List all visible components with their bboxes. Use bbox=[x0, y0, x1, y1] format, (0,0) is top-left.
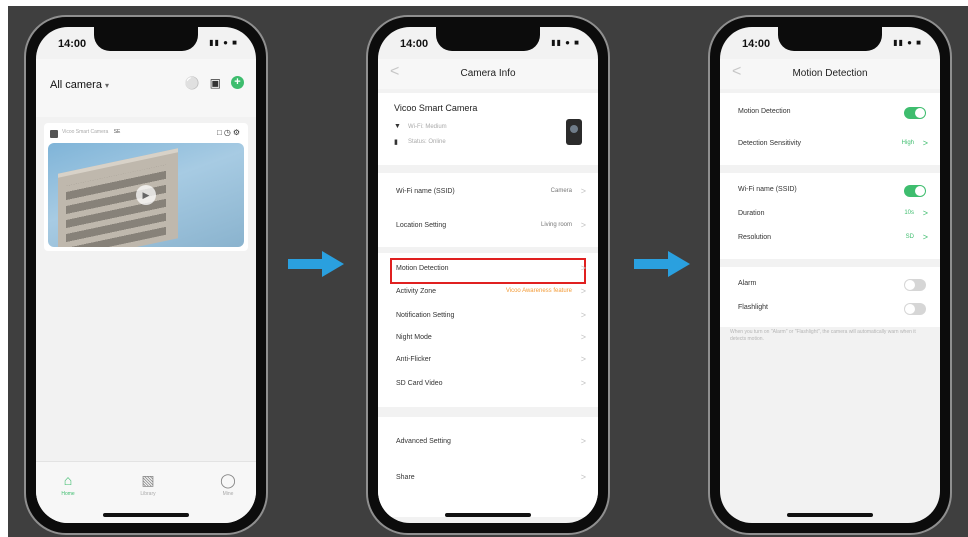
status-time: 14:00 bbox=[58, 38, 87, 50]
motion-detection-toggle[interactable] bbox=[904, 107, 926, 119]
camera-card-name: Vicoo Smart Camera bbox=[62, 129, 109, 135]
wifi-toggle[interactable] bbox=[904, 185, 926, 197]
wifi-name-row[interactable]: Wi-Fi name (SSID) Camera > bbox=[378, 181, 598, 205]
alert-section: Alarm Flashlight bbox=[720, 267, 940, 327]
camera-icon bbox=[50, 130, 58, 138]
camera-info-screen: 14:00 ▮▮ ● ■ < Camera Info Vicoo Smart C… bbox=[378, 27, 598, 523]
phone-motion-detection: 14:00 ▮▮ ● ■ < Motion Detection Motion D… bbox=[708, 15, 952, 535]
live-preview[interactable]: ▶ bbox=[48, 143, 244, 247]
add-camera-icon[interactable]: + bbox=[231, 76, 244, 89]
phone-home: 14:00 ▮▮ ● ■ All camera ▾ ⚪ ▣ + Vicoo Sm… bbox=[24, 15, 268, 535]
chevron-down-icon: ▾ bbox=[105, 81, 110, 90]
chevron-right-icon: > bbox=[580, 286, 586, 296]
status-time: 14:00 bbox=[400, 38, 429, 50]
night-mode-row[interactable]: Night Mode > bbox=[378, 327, 598, 351]
arrow-right-icon bbox=[288, 251, 346, 277]
duration-row[interactable]: Duration 10s > bbox=[720, 203, 940, 227]
chevron-right-icon: > bbox=[580, 186, 586, 196]
motion-detection-row: Motion Detection bbox=[720, 101, 940, 125]
play-icon[interactable]: ▶ bbox=[136, 185, 156, 205]
tab-home[interactable]: ⌂ Home bbox=[48, 472, 88, 497]
page-title: Motion Detection bbox=[792, 68, 868, 79]
tab-label: Home bbox=[61, 491, 75, 497]
gear-icon[interactable]: ⚙ bbox=[233, 128, 242, 137]
camera-card-tag: SE bbox=[113, 129, 121, 135]
share-row[interactable]: Share > bbox=[378, 467, 598, 491]
resolution-row[interactable]: Resolution SD > bbox=[720, 227, 940, 251]
motion-detection-row[interactable]: Motion Detection > bbox=[378, 258, 598, 284]
tutorial-canvas: 14:00 ▮▮ ● ■ All camera ▾ ⚪ ▣ + Vicoo Sm… bbox=[8, 6, 968, 537]
basic-settings: Wi-Fi name (SSID) Camera > Location Sett… bbox=[378, 173, 598, 247]
camera-filter-dropdown[interactable]: All camera ▾ bbox=[50, 79, 109, 91]
chevron-right-icon: > bbox=[922, 138, 928, 148]
preview-image bbox=[58, 148, 178, 247]
status-icon: ▮ bbox=[394, 139, 398, 146]
camera-name: Vicoo Smart Camera bbox=[394, 103, 478, 113]
chevron-right-icon: > bbox=[922, 232, 928, 242]
chevron-right-icon: > bbox=[580, 332, 586, 342]
arrow-right-icon bbox=[634, 251, 692, 277]
chevron-right-icon: > bbox=[580, 378, 586, 388]
advanced-setting-row[interactable]: Advanced Setting > bbox=[378, 431, 598, 455]
sd-card-video-row[interactable]: SD Card Video > bbox=[378, 373, 598, 397]
notification-setting-row[interactable]: Notification Setting > bbox=[378, 305, 598, 329]
notch bbox=[778, 27, 882, 51]
notch bbox=[94, 27, 198, 51]
flashlight-toggle[interactable] bbox=[904, 303, 926, 315]
chevron-right-icon: > bbox=[580, 354, 586, 364]
status-icons: ▮▮ ● ■ bbox=[209, 38, 238, 47]
nav-bar: < Motion Detection bbox=[720, 59, 940, 89]
activity-zone-row[interactable]: Activity Zone Vicoo Awareness feature > bbox=[378, 281, 598, 305]
page-title: Camera Info bbox=[460, 68, 516, 79]
wifi-status: Wi-Fi: Medium bbox=[408, 124, 447, 130]
status-icons: ▮▮ ● ■ bbox=[551, 38, 580, 47]
tab-library[interactable]: ▧ Library bbox=[128, 472, 168, 497]
phone-camera-info: 14:00 ▮▮ ● ■ < Camera Info Vicoo Smart C… bbox=[366, 15, 610, 535]
bell-icon[interactable]: ⚪ bbox=[185, 77, 200, 89]
nav-bar: < Camera Info bbox=[378, 59, 598, 89]
more-settings: Advanced Setting > Share > bbox=[378, 417, 598, 517]
home-indicator bbox=[445, 513, 531, 517]
detection-sensitivity-row[interactable]: Detection Sensitivity High > bbox=[720, 133, 940, 157]
camera-card[interactable]: Vicoo Smart Camera SE □◷⚙ ▶ bbox=[44, 123, 248, 251]
home-screen: 14:00 ▮▮ ● ■ All camera ▾ ⚪ ▣ + Vicoo Sm… bbox=[36, 27, 256, 523]
location-setting-row[interactable]: Location Setting Living room > bbox=[378, 215, 598, 239]
home-indicator bbox=[103, 513, 189, 517]
chevron-right-icon: > bbox=[580, 472, 586, 482]
motion-detection-screen: 14:00 ▮▮ ● ■ < Motion Detection Motion D… bbox=[720, 27, 940, 523]
history-icon[interactable]: ◷ bbox=[224, 128, 233, 137]
wifi-name-row: Wi-Fi name (SSID) bbox=[720, 179, 940, 203]
chevron-right-icon: > bbox=[580, 436, 586, 446]
home-indicator bbox=[787, 513, 873, 517]
status-icons: ▮▮ ● ■ bbox=[893, 38, 922, 47]
alarm-row: Alarm bbox=[720, 273, 940, 297]
page-title: All camera bbox=[50, 79, 102, 91]
motion-section: Motion Detection Detection Sensitivity H… bbox=[720, 93, 940, 165]
anti-flicker-row[interactable]: Anti-Flicker > bbox=[378, 349, 598, 373]
camera-device-image bbox=[566, 119, 582, 145]
notch bbox=[436, 27, 540, 51]
user-icon: ◯ bbox=[220, 472, 236, 488]
chevron-right-icon: > bbox=[922, 208, 928, 218]
home-icon: ⌂ bbox=[63, 472, 73, 488]
online-status: Status: Online bbox=[408, 139, 446, 145]
library-icon: ▧ bbox=[141, 472, 155, 488]
wifi-icon: ▼ bbox=[394, 123, 401, 130]
screen-icon[interactable]: ▣ bbox=[210, 77, 221, 89]
tab-label: Mine bbox=[222, 491, 234, 497]
flashlight-row: Flashlight bbox=[720, 297, 940, 321]
recording-section: Wi-Fi name (SSID) Duration 10s > Resolut… bbox=[720, 173, 940, 259]
alarm-toggle[interactable] bbox=[904, 279, 926, 291]
tab-label: Library bbox=[140, 491, 156, 497]
status-time: 14:00 bbox=[742, 38, 771, 50]
alert-note: When you turn on "Alarm" or "Flashlight"… bbox=[730, 329, 916, 342]
chevron-right-icon: > bbox=[580, 220, 586, 230]
detection-settings: Motion Detection > Activity Zone Vicoo A… bbox=[378, 253, 598, 407]
tab-mine[interactable]: ◯ Mine bbox=[208, 472, 248, 497]
chevron-right-icon: > bbox=[580, 310, 586, 320]
home-header: All camera ▾ ⚪ ▣ + bbox=[36, 59, 256, 117]
chevron-right-icon: > bbox=[580, 263, 586, 273]
share-icon[interactable]: □ bbox=[217, 128, 224, 137]
camera-summary: Vicoo Smart Camera ▼ Wi-Fi: Medium ▮ Sta… bbox=[378, 93, 598, 165]
